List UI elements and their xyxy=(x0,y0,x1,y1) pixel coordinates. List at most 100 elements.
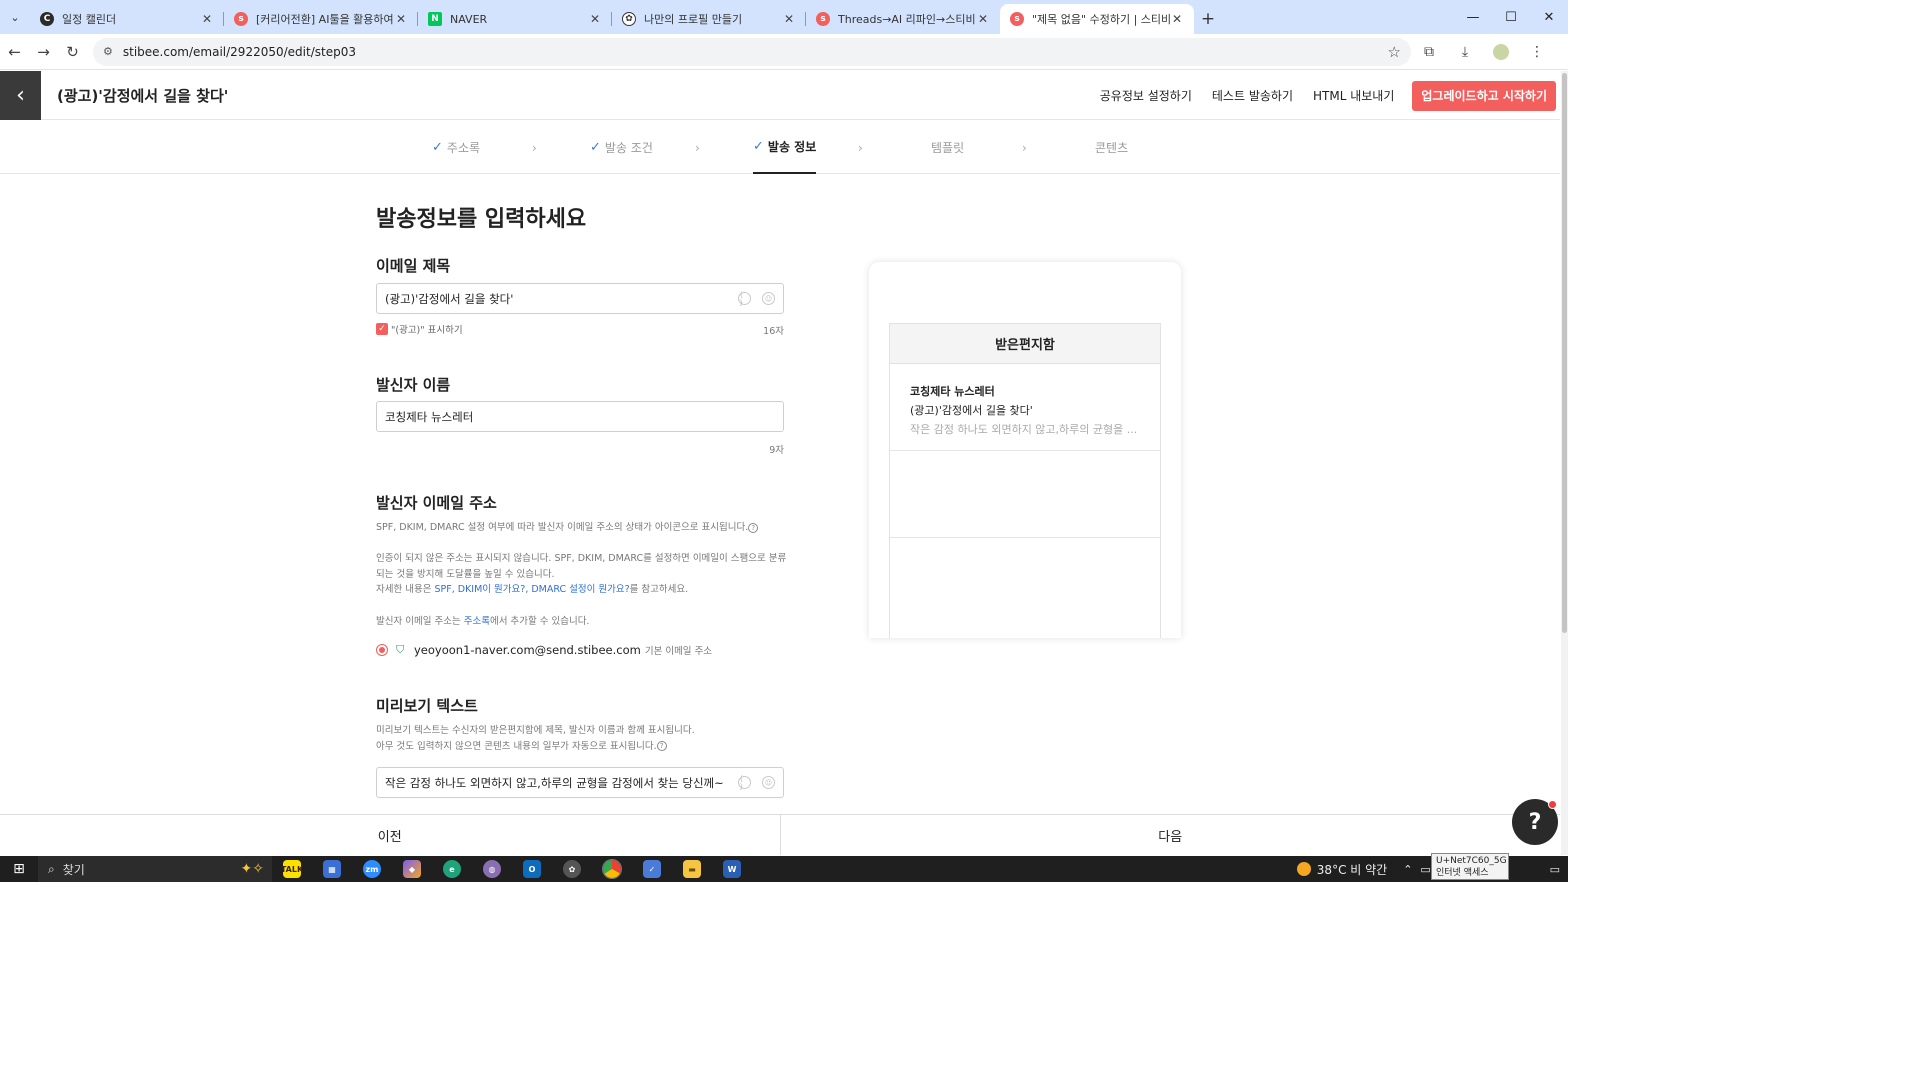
check-icon: ✓ xyxy=(753,139,764,154)
browser-tab-bar: ⌄ C 일정 캘린더 ✕ s [커리어전환] AI툴을 활용하여 ✕ N NAV… xyxy=(0,0,1568,34)
test-send-button[interactable]: 테스트 발송하기 xyxy=(1212,87,1293,104)
help-chat-button[interactable]: ? xyxy=(1512,799,1558,845)
inbox-empty-item xyxy=(890,451,1160,538)
inbox-preview-item: 코칭제타 뉴스레터 (광고)'감정에서 길을 찾다' 작은 감정 하나도 외면하… xyxy=(890,364,1160,451)
notes-icon[interactable]: ✓ xyxy=(632,856,672,882)
tab-search-chevron-icon[interactable]: ⌄ xyxy=(0,0,30,34)
close-tab-icon[interactable]: ✕ xyxy=(588,12,602,26)
new-tab-plus-icon[interactable]: + xyxy=(1194,4,1222,34)
radio-selected[interactable] xyxy=(376,644,388,656)
copilot-icon[interactable]: ◆ xyxy=(392,856,432,882)
prev-button[interactable]: 이전 xyxy=(0,815,781,855)
preview-text-help: 미리보기 텍스트는 수신자의 받은편지함에 제목, 발신자 이름과 함께 표시됩… xyxy=(376,725,695,752)
forward-arrow-icon[interactable]: → xyxy=(29,34,58,70)
maximize-icon[interactable]: ☐ xyxy=(1492,0,1530,34)
close-window-icon[interactable]: ✕ xyxy=(1530,0,1568,34)
tray-chevron-up-icon[interactable]: ⌃ xyxy=(1403,863,1412,876)
personalize-icon[interactable]: { } xyxy=(738,775,751,791)
spf-dkim-dmarc-link[interactable]: SPF, DKIM이 뭔가요?, DMARC 설정이 뭔가요? xyxy=(434,584,629,595)
email-title: (광고)'감정에서 길을 찾다' xyxy=(57,86,229,105)
inbox-title: 받은편지함 xyxy=(890,324,1160,364)
upgrade-button[interactable]: 업그레이드하고 시작하기 xyxy=(1412,80,1556,111)
tab-career[interactable]: s [커리어전환] AI툴을 활용하여 ✕ xyxy=(224,4,418,34)
bottom-nav-bar: 이전 다음 xyxy=(0,814,1560,855)
file-explorer-icon[interactable]: ▬ xyxy=(672,856,712,882)
step-content[interactable]: 콘텐츠 xyxy=(1095,121,1128,174)
store-icon[interactable]: ▦ xyxy=(312,856,352,882)
share-settings-button[interactable]: 공유정보 설정하기 xyxy=(1100,87,1192,104)
chevron-right-icon: › xyxy=(1022,140,1027,155)
tab-calendar[interactable]: C 일정 캘린더 ✕ xyxy=(30,4,224,34)
subject-label: 이메일 제목 xyxy=(376,257,451,275)
personalize-icon[interactable]: { } xyxy=(738,291,751,307)
tab-profile[interactable]: ✿ 나만의 프로필 만들기 ✕ xyxy=(612,4,806,34)
chevron-right-icon: › xyxy=(532,140,537,155)
check-icon: ✓ xyxy=(590,140,601,155)
sender-name-input[interactable]: 코칭제타 뉴스레터 xyxy=(376,401,784,432)
address-book-help: 발신자 이메일 주소는 주소록에서 추가할 수 있습니다. xyxy=(376,616,590,627)
sender-email-label: 발신자 이메일 주소 xyxy=(376,494,497,512)
export-html-button[interactable]: HTML 내보내기 xyxy=(1313,87,1394,104)
close-tab-icon[interactable]: ✕ xyxy=(1170,12,1184,26)
sender-email-option[interactable]: ⛉ yeoyoon1-naver.com@send.stibee.com 기본 … xyxy=(376,643,712,657)
sender-email-address: yeoyoon1-naver.com@send.stibee.com xyxy=(414,643,641,657)
word-icon[interactable]: W xyxy=(712,856,752,882)
ad-label-checkbox-row[interactable]: ✓ "(광고)" 표시하기 xyxy=(376,322,463,336)
kakaotalk-icon[interactable]: TALK xyxy=(272,856,312,882)
close-tab-icon[interactable]: ✕ xyxy=(782,12,796,26)
back-arrow-icon[interactable]: ← xyxy=(0,34,29,70)
edge-icon[interactable]: e xyxy=(432,856,472,882)
chatgpt-icon[interactable]: ✿ xyxy=(552,856,592,882)
weather-sun-icon xyxy=(1296,862,1311,876)
subject-input[interactable]: (광고)'감정에서 길을 찾다' { } ☺ xyxy=(376,283,784,314)
tab-stibee-edit[interactable]: s "제목 없음" 수정하기 | 스티비 ✕ xyxy=(1000,4,1194,34)
profile-avatar[interactable] xyxy=(1483,34,1519,70)
outlook-icon[interactable]: O xyxy=(512,856,552,882)
extensions-icon[interactable]: ⧉ xyxy=(1411,34,1447,70)
network-tooltip: U+Net7C60_5G 인터넷 액세스 xyxy=(1431,853,1509,880)
scrollbar-thumb[interactable] xyxy=(1562,73,1567,633)
app-icon[interactable]: ◍ xyxy=(472,856,512,882)
close-tab-icon[interactable]: ✕ xyxy=(976,12,990,26)
address-book-link[interactable]: 주소록 xyxy=(464,616,490,627)
inbox-empty-item xyxy=(890,538,1160,625)
tab-naver[interactable]: N NAVER ✕ xyxy=(418,4,612,34)
more-menu-icon[interactable]: ⋮ xyxy=(1519,34,1555,70)
emoji-icon[interactable]: ☺ xyxy=(762,292,775,305)
minimize-icon[interactable]: — xyxy=(1454,0,1492,34)
back-chevron-icon[interactable]: ‹ xyxy=(0,70,41,120)
next-button[interactable]: 다음 xyxy=(781,815,1561,855)
stibee-icon: s xyxy=(1010,12,1024,26)
default-email-tag: 기본 이메일 주소 xyxy=(644,646,713,657)
reload-icon[interactable]: ↻ xyxy=(58,34,87,70)
page-scrollbar[interactable] xyxy=(1561,71,1568,855)
notification-icon[interactable]: ▭ xyxy=(1550,863,1560,876)
checkbox-checked-icon[interactable]: ✓ xyxy=(376,323,388,335)
step-address-book[interactable]: ✓ 주소록 xyxy=(432,121,480,174)
step-send-condition[interactable]: ✓ 발송 조건 xyxy=(590,121,653,174)
taskbar-search[interactable]: ⌕ 찾기 ✦✧ xyxy=(38,856,272,882)
step-template[interactable]: 템플릿 xyxy=(931,121,964,174)
zoom-icon[interactable]: zm xyxy=(352,856,392,882)
weather-widget[interactable]: 38°C 비 약간 xyxy=(1296,861,1387,878)
close-tab-icon[interactable]: ✕ xyxy=(200,12,214,26)
question-icon[interactable]: ? xyxy=(748,522,759,533)
preview-text-input[interactable]: 작은 감정 하나도 외면하지 않고,하루의 균형을 감정에서 찾는 당신께~ {… xyxy=(376,767,784,798)
close-tab-icon[interactable]: ✕ xyxy=(394,12,408,26)
url-field[interactable]: ⚙ stibee.com/email/2922050/edit/step03 ☆ xyxy=(93,37,1411,66)
battery-icon[interactable]: ▭ xyxy=(1420,863,1430,876)
step-send-info[interactable]: ✓ 발송 정보 xyxy=(753,121,817,174)
question-icon[interactable]: ? xyxy=(656,741,667,751)
site-info-icon[interactable]: ⚙ xyxy=(103,45,113,58)
page-title: 발송정보를 입력하세요 xyxy=(376,207,587,232)
emoji-icon[interactable]: ☺ xyxy=(762,776,775,789)
chevron-right-icon: › xyxy=(695,140,700,155)
download-icon[interactable]: ⤓ xyxy=(1447,34,1483,70)
sparkle-icon: ✦✧ xyxy=(240,861,264,877)
windows-start-icon[interactable]: ⊞ xyxy=(0,856,38,882)
chrome-icon[interactable] xyxy=(592,856,632,882)
bookmark-star-icon[interactable]: ☆ xyxy=(1388,43,1401,61)
tab-threads[interactable]: s Threads→AI 리파인→스티비 ✕ xyxy=(806,4,1000,34)
calendar-c-icon: C xyxy=(40,12,54,26)
sender-email-help: SPF, DKIM, DMARC 설정 여부에 따라 발신자 이메일 주소의 상… xyxy=(376,520,796,536)
